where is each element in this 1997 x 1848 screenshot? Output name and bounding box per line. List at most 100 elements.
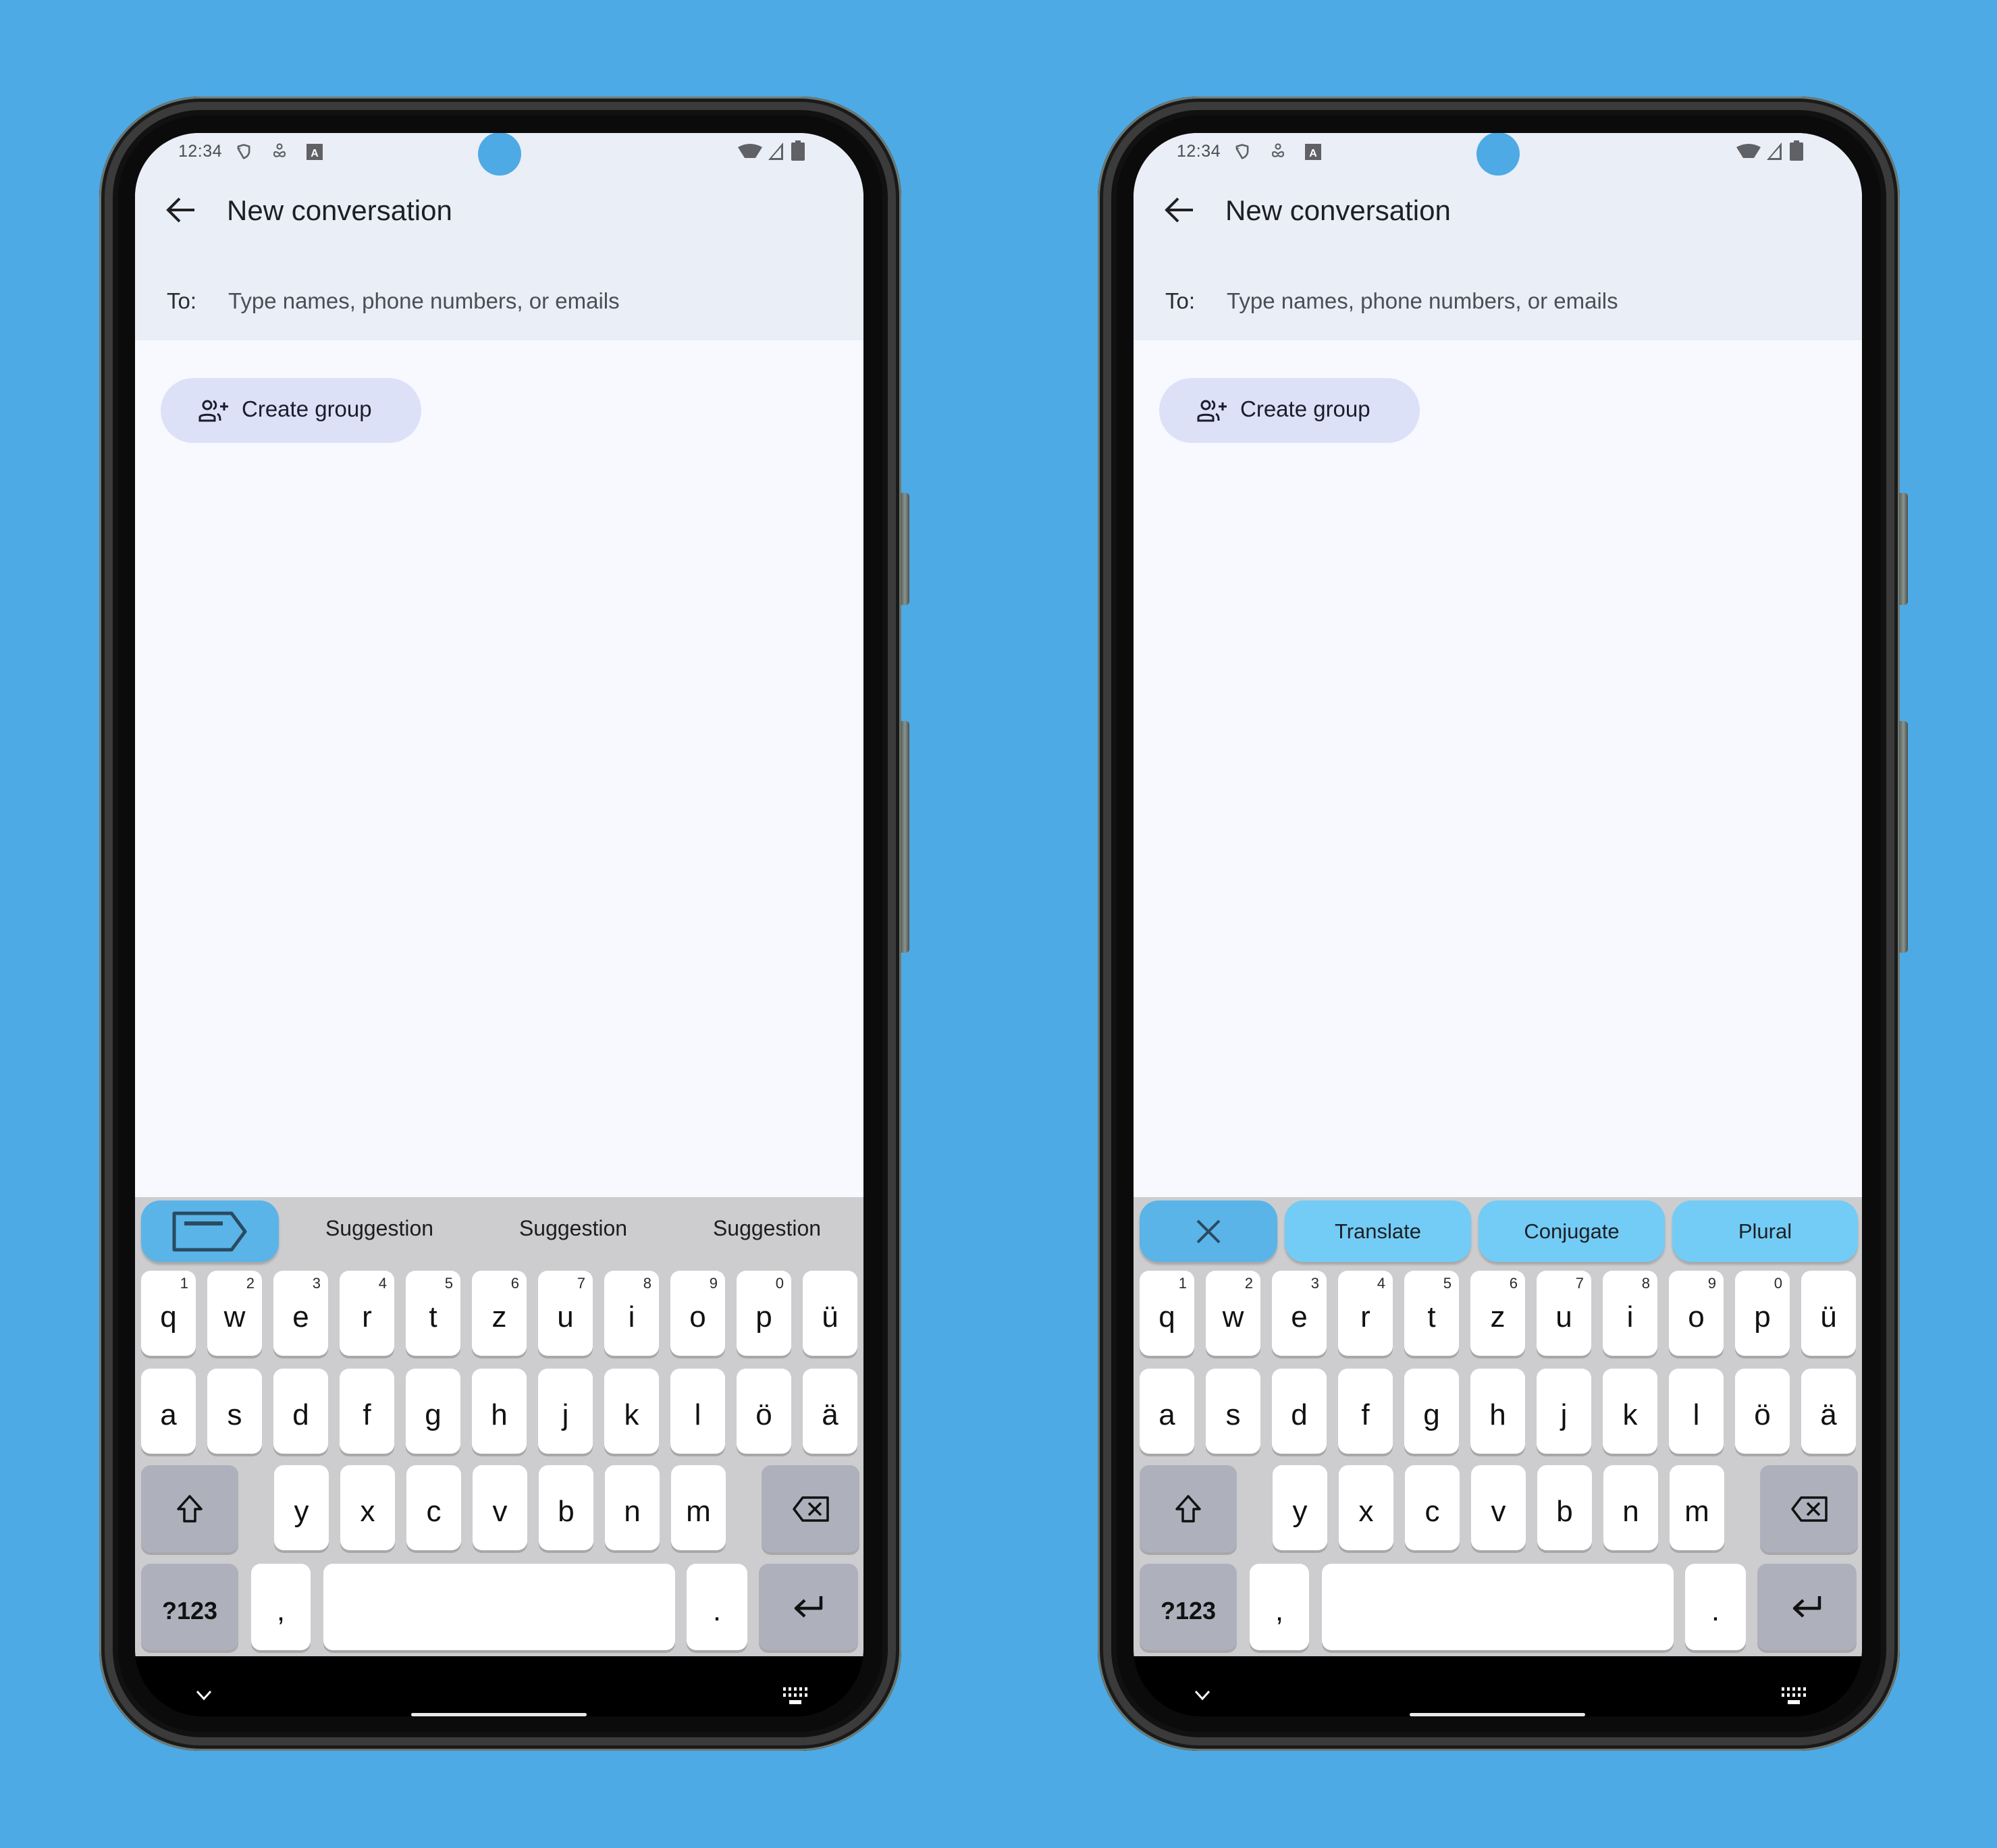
enter-key[interactable] — [759, 1564, 858, 1650]
shift-key[interactable] — [141, 1465, 238, 1552]
key-e[interactable]: 3e — [273, 1271, 328, 1356]
key-z[interactable]: 6z — [1470, 1271, 1525, 1356]
key-z[interactable]: 6z — [472, 1271, 527, 1356]
key-y[interactable]: y — [1273, 1465, 1327, 1550]
key-s[interactable]: s — [207, 1369, 262, 1454]
key-c[interactable]: c — [1405, 1465, 1460, 1550]
key-t[interactable]: 5t — [406, 1271, 460, 1356]
recipient-input[interactable]: Type names, phone numbers, or emails — [228, 288, 620, 314]
key-l[interactable]: l — [1669, 1369, 1724, 1454]
key-label: d — [292, 1398, 309, 1431]
toolbar-toggle-button[interactable] — [141, 1200, 279, 1262]
key-i[interactable]: 8i — [604, 1271, 659, 1356]
home-indicator[interactable] — [411, 1713, 587, 1716]
key-k[interactable]: k — [604, 1369, 659, 1454]
key-ö[interactable]: ö — [1735, 1369, 1790, 1454]
key-x[interactable]: x — [340, 1465, 395, 1550]
key-d[interactable]: d — [1272, 1369, 1327, 1454]
create-group-button[interactable]: Create group — [1159, 378, 1420, 443]
key-s[interactable]: s — [1206, 1369, 1260, 1454]
key-q[interactable]: 1q — [141, 1271, 196, 1356]
phone-right: 12:34 A New conversation To: Type names,… — [1098, 97, 1908, 1751]
backspace-key[interactable] — [762, 1465, 859, 1552]
key-q[interactable]: 1q — [1140, 1271, 1194, 1356]
key-n[interactable]: n — [1603, 1465, 1658, 1550]
key-label: b — [558, 1495, 575, 1528]
key-j[interactable]: j — [1537, 1369, 1591, 1454]
conjugate-button[interactable]: Conjugate — [1479, 1200, 1665, 1262]
back-arrow-icon[interactable] — [166, 196, 196, 223]
comma-key[interactable]: , — [251, 1564, 311, 1650]
enter-key[interactable] — [1757, 1564, 1857, 1650]
key-b[interactable]: b — [1537, 1465, 1592, 1550]
home-indicator[interactable] — [1410, 1713, 1585, 1716]
key-ü[interactable]: ü — [803, 1271, 857, 1356]
key-w[interactable]: 2w — [207, 1271, 262, 1356]
period-key[interactable]: . — [687, 1564, 747, 1650]
suggestion-1[interactable]: Suggestion — [325, 1216, 433, 1241]
key-v[interactable]: v — [473, 1465, 527, 1550]
key-n[interactable]: n — [605, 1465, 660, 1550]
keyboard-switch-icon[interactable] — [783, 1687, 807, 1706]
key-r[interactable]: 4r — [1338, 1271, 1393, 1356]
key-ö[interactable]: ö — [737, 1369, 791, 1454]
translate-button[interactable]: Translate — [1285, 1200, 1471, 1262]
key-g[interactable]: g — [406, 1369, 460, 1454]
navigation-bar — [135, 1656, 863, 1716]
key-k[interactable]: k — [1603, 1369, 1657, 1454]
camera-cutout — [478, 133, 521, 176]
key-r[interactable]: 4r — [340, 1271, 394, 1356]
period-key[interactable]: . — [1685, 1564, 1746, 1650]
key-o[interactable]: 9o — [1669, 1271, 1724, 1356]
key-e[interactable]: 3e — [1272, 1271, 1327, 1356]
shift-key[interactable] — [1140, 1465, 1237, 1552]
comma-key[interactable]: , — [1250, 1564, 1309, 1650]
back-arrow-icon[interactable] — [1165, 196, 1194, 223]
symbols-key[interactable]: ?123 — [141, 1564, 238, 1650]
key-w[interactable]: 2w — [1206, 1271, 1260, 1356]
key-i[interactable]: 8i — [1603, 1271, 1657, 1356]
key-o[interactable]: 9o — [670, 1271, 725, 1356]
key-u[interactable]: 7u — [1537, 1271, 1591, 1356]
suggestion-2[interactable]: Suggestion — [519, 1216, 627, 1241]
shield-icon — [237, 144, 250, 159]
key-p[interactable]: 0p — [1735, 1271, 1790, 1356]
space-key[interactable] — [1322, 1564, 1674, 1650]
key-h[interactable]: h — [472, 1369, 527, 1454]
messages-app: 12:34 A New conversation To: Type names,… — [135, 133, 863, 1197]
key-t[interactable]: 5t — [1404, 1271, 1459, 1356]
key-c[interactable]: c — [406, 1465, 461, 1550]
hide-keyboard-chevron-icon[interactable] — [1194, 1690, 1210, 1701]
key-h[interactable]: h — [1470, 1369, 1525, 1454]
key-g[interactable]: g — [1404, 1369, 1459, 1454]
key-u[interactable]: 7u — [538, 1271, 593, 1356]
key-ä[interactable]: ä — [803, 1369, 857, 1454]
hide-keyboard-chevron-icon[interactable] — [196, 1690, 212, 1701]
key-f[interactable]: f — [1338, 1369, 1393, 1454]
space-key[interactable] — [323, 1564, 675, 1650]
toolbar-close-button[interactable] — [1140, 1200, 1277, 1262]
key-x[interactable]: x — [1339, 1465, 1393, 1550]
key-m[interactable]: m — [671, 1465, 726, 1550]
key-a[interactable]: a — [141, 1369, 196, 1454]
key-f[interactable]: f — [340, 1369, 394, 1454]
key-b[interactable]: b — [539, 1465, 593, 1550]
recipient-input[interactable]: Type names, phone numbers, or emails — [1227, 288, 1618, 314]
key-j[interactable]: j — [538, 1369, 593, 1454]
key-m[interactable]: m — [1670, 1465, 1724, 1550]
key-ä[interactable]: ä — [1801, 1369, 1856, 1454]
plural-button[interactable]: Plural — [1672, 1200, 1858, 1262]
key-a[interactable]: a — [1140, 1369, 1194, 1454]
key-label: p — [755, 1300, 772, 1334]
backspace-key[interactable] — [1760, 1465, 1858, 1552]
key-ü[interactable]: ü — [1801, 1271, 1856, 1356]
create-group-button[interactable]: Create group — [161, 378, 421, 443]
key-v[interactable]: v — [1471, 1465, 1526, 1550]
symbols-key[interactable]: ?123 — [1140, 1564, 1237, 1650]
key-d[interactable]: d — [273, 1369, 328, 1454]
keyboard-switch-icon[interactable] — [1782, 1687, 1806, 1706]
suggestion-3[interactable]: Suggestion — [713, 1216, 821, 1241]
key-y[interactable]: y — [274, 1465, 329, 1550]
key-p[interactable]: 0p — [737, 1271, 791, 1356]
key-l[interactable]: l — [670, 1369, 725, 1454]
